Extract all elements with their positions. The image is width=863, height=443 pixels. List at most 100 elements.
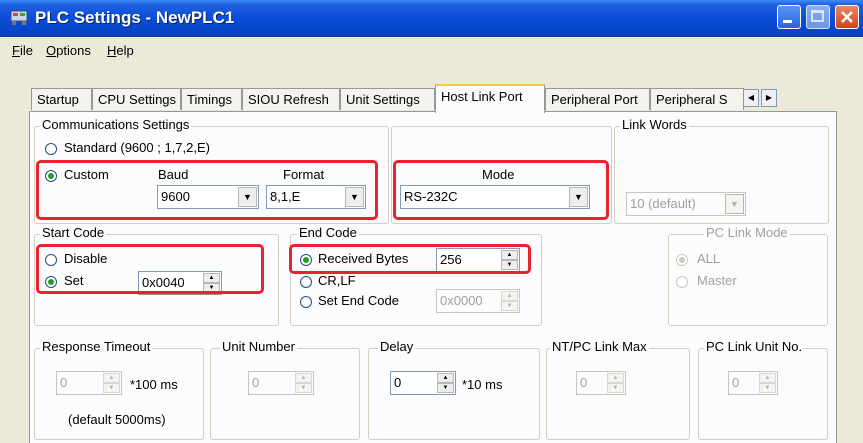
end-code-value: 0x0000 xyxy=(440,293,483,308)
spin-down-icon[interactable]: ▼ xyxy=(607,383,624,393)
start-code-stepper[interactable]: 0x0040 ▲ ▼ xyxy=(138,271,222,295)
tab-host-link-port[interactable]: Host Link Port xyxy=(435,84,545,113)
pc-link-unit-no-label: PC Link Unit No. xyxy=(704,339,805,354)
unit-number-stepper[interactable]: 0 ▲ ▼ xyxy=(248,371,314,395)
tab-timings[interactable]: Timings xyxy=(181,88,242,110)
spin-up-icon[interactable]: ▲ xyxy=(759,373,776,383)
nt-pc-link-max-label: NT/PC Link Max xyxy=(550,339,649,354)
nt-pc-link-max-stepper[interactable]: 0 ▲ ▼ xyxy=(576,371,626,395)
end-code-stepper[interactable]: 0x0000 ▲ ▼ xyxy=(436,289,520,313)
baud-value: 9600 xyxy=(161,189,190,204)
standard-radio-label: Standard (9600 ; 1,7,2,E) xyxy=(64,140,210,155)
start-code-label: Start Code xyxy=(40,225,107,240)
mode-label: Mode xyxy=(482,167,515,182)
baud-select[interactable]: 9600 ▼ xyxy=(157,185,259,209)
master-radio[interactable] xyxy=(676,276,688,288)
spin-down-icon[interactable]: ▼ xyxy=(501,260,518,270)
delay-unit: *10 ms xyxy=(462,377,503,392)
spin-down-icon[interactable]: ▼ xyxy=(501,301,518,311)
maximize-button[interactable] xyxy=(806,5,830,29)
tab-unit-settings[interactable]: Unit Settings xyxy=(340,88,435,110)
communications-settings-label: Communications Settings xyxy=(40,117,192,132)
tab-scroll-left-button[interactable]: ◀ xyxy=(743,89,759,107)
plc-app-icon xyxy=(10,9,28,26)
all-label: ALL xyxy=(697,251,721,266)
spin-down-icon[interactable]: ▼ xyxy=(759,383,776,393)
window-title: PLC Settings - NewPLC1 xyxy=(35,8,235,27)
tab-peripheral-port[interactable]: Peripheral Port xyxy=(545,88,650,110)
delay-label: Delay xyxy=(378,339,416,354)
chevron-down-icon[interactable]: ▼ xyxy=(345,187,364,207)
tab-peripheral-s[interactable]: Peripheral S xyxy=(650,88,744,110)
response-timeout-label: Response Timeout xyxy=(40,339,153,354)
spin-up-icon[interactable]: ▲ xyxy=(501,250,518,260)
spin-up-icon[interactable]: ▲ xyxy=(203,273,220,283)
set-radio[interactable] xyxy=(45,276,57,288)
custom-radio[interactable] xyxy=(45,170,57,182)
spin-down-icon[interactable]: ▼ xyxy=(203,283,220,293)
received-bytes-radio[interactable] xyxy=(300,254,312,266)
pc-link-unit-no-value: 0 xyxy=(732,375,740,390)
custom-radio-label: Custom xyxy=(64,167,109,182)
baud-label: Baud xyxy=(158,167,189,182)
delay-stepper[interactable]: 0 ▲ ▼ xyxy=(390,371,456,395)
tab-startup[interactable]: Startup xyxy=(31,88,92,110)
nt-pc-link-max-value: 0 xyxy=(580,375,588,390)
tab-cpu-settings[interactable]: CPU Settings xyxy=(92,88,181,110)
link-words-value: 10 (default) xyxy=(630,196,696,211)
mode-value: RS-232C xyxy=(404,189,458,204)
received-bytes-label: Received Bytes xyxy=(318,251,409,266)
tab-scroll-right-button[interactable]: ▶ xyxy=(761,89,777,107)
maximize-icon xyxy=(811,10,824,22)
format-select[interactable]: 8,1,E ▼ xyxy=(266,185,366,209)
pc-link-mode-group xyxy=(668,234,828,326)
response-timeout-value: 0 xyxy=(60,375,68,390)
close-icon xyxy=(841,11,853,23)
menu-file[interactable]: File xyxy=(12,43,33,58)
menu-options[interactable]: Options xyxy=(46,43,91,58)
menu-help[interactable]: Help xyxy=(107,43,134,58)
link-words-label: Link Words xyxy=(620,117,689,132)
spin-up-icon[interactable]: ▲ xyxy=(501,291,518,301)
standard-radio[interactable] xyxy=(45,143,57,155)
chevron-down-icon[interactable]: ▼ xyxy=(569,187,588,207)
all-radio[interactable] xyxy=(676,254,688,266)
spin-up-icon[interactable]: ▲ xyxy=(103,373,120,383)
format-value: 8,1,E xyxy=(270,189,301,204)
crlf-label: CR,LF xyxy=(318,273,356,288)
minimize-button[interactable] xyxy=(777,5,801,29)
chevron-down-icon[interactable]: ▼ xyxy=(238,187,257,207)
spin-down-icon[interactable]: ▼ xyxy=(103,383,120,393)
start-code-value: 0x0040 xyxy=(142,275,185,290)
link-words-select[interactable]: 10 (default) ▼ xyxy=(626,192,746,216)
pc-link-mode-label: PC Link Mode xyxy=(704,225,790,240)
received-bytes-stepper[interactable]: 256 ▲ ▼ xyxy=(436,248,520,272)
close-button[interactable] xyxy=(835,5,859,29)
tab-siou-refresh[interactable]: SIOU Refresh xyxy=(242,88,340,110)
end-code-label: End Code xyxy=(297,225,359,240)
format-label: Format xyxy=(283,167,325,182)
response-timeout-note: (default 5000ms) xyxy=(68,412,166,427)
crlf-radio[interactable] xyxy=(300,276,312,288)
spin-down-icon[interactable]: ▼ xyxy=(295,383,312,393)
delay-value: 0 xyxy=(394,375,402,390)
set-end-code-radio[interactable] xyxy=(300,296,312,308)
disable-radio-label: Disable xyxy=(64,251,108,266)
response-timeout-stepper[interactable]: 0 ▲ ▼ xyxy=(56,371,122,395)
unit-number-value: 0 xyxy=(252,375,260,390)
spin-up-icon[interactable]: ▲ xyxy=(437,373,454,383)
pc-link-unit-no-stepper[interactable]: 0 ▲ ▼ xyxy=(728,371,778,395)
spin-down-icon[interactable]: ▼ xyxy=(437,383,454,393)
disable-radio[interactable] xyxy=(45,254,57,266)
spin-up-icon[interactable]: ▲ xyxy=(295,373,312,383)
master-label: Master xyxy=(697,273,737,288)
mode-select[interactable]: RS-232C ▼ xyxy=(400,185,590,209)
received-bytes-value: 256 xyxy=(440,252,462,267)
set-radio-label: Set xyxy=(64,273,84,288)
unit-number-label: Unit Number xyxy=(220,339,297,354)
spin-up-icon[interactable]: ▲ xyxy=(607,373,624,383)
minimize-icon xyxy=(783,20,792,23)
chevron-down-icon[interactable]: ▼ xyxy=(725,194,744,214)
set-end-code-label: Set End Code xyxy=(318,293,399,308)
response-timeout-unit: *100 ms xyxy=(130,377,178,392)
